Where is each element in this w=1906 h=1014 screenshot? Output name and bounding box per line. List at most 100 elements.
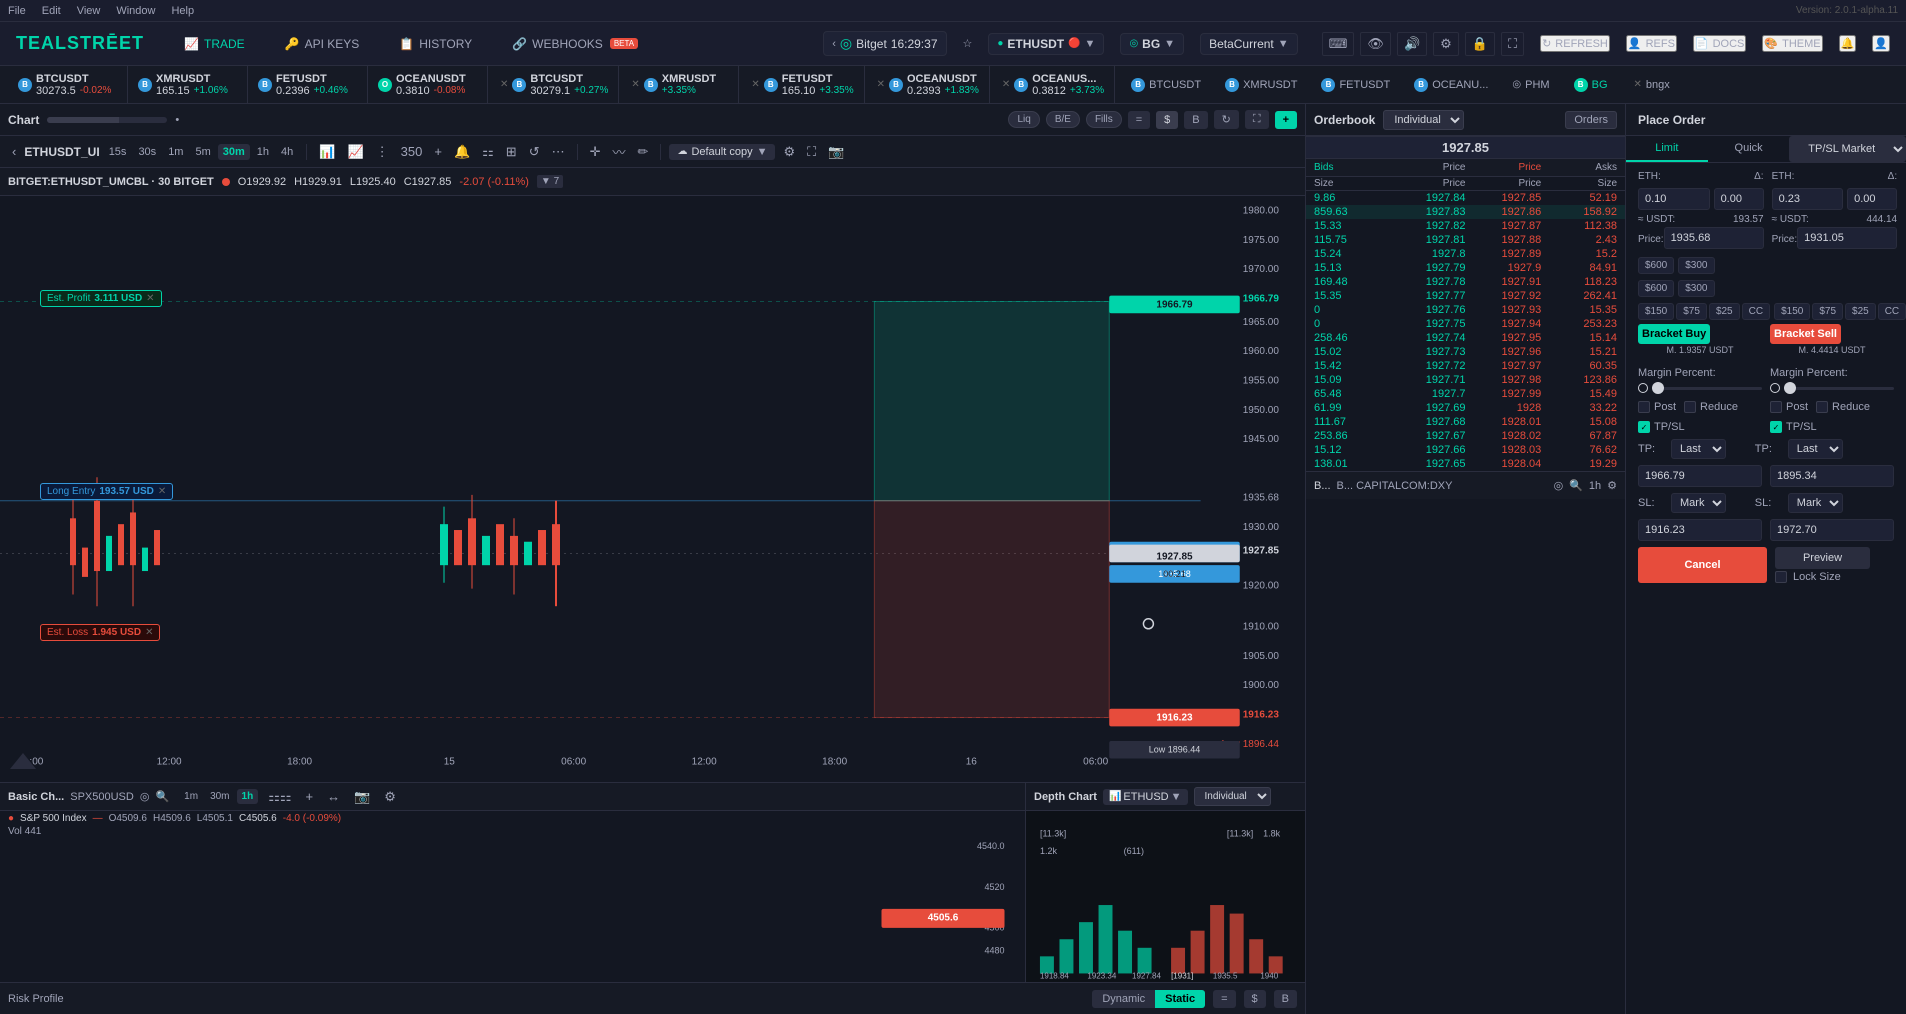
fills-btn[interactable]: Fills: [1086, 111, 1122, 128]
menu-view[interactable]: View: [77, 5, 101, 17]
ob-row-5[interactable]: 15.13 1927.79 1927.9 84.91: [1306, 261, 1625, 275]
profile-btn[interactable]: 👤: [1872, 35, 1890, 52]
ob-row-3[interactable]: 115.75 1927.81 1927.88 2.43: [1306, 233, 1625, 247]
spx-refresh-btn[interactable]: ◎: [140, 790, 150, 803]
ticker-fetusdt-1[interactable]: B FETUSDT 0.2396 +0.46%: [248, 66, 368, 104]
copy-dropdown[interactable]: ☁ Default copy ▼: [669, 144, 775, 160]
reduce-checkbox-sell[interactable]: [1816, 401, 1828, 413]
tpsl-opt-sell[interactable]: ✓ TP/SL: [1770, 421, 1817, 433]
ob-row-9[interactable]: 0 1927.75 1927.94 253.23: [1306, 317, 1625, 331]
market-dropdown-icon[interactable]: ▼: [1085, 38, 1096, 50]
template-btn[interactable]: ⚏: [478, 142, 498, 162]
ticker-close-3[interactable]: ✕: [751, 79, 759, 90]
chart-camera-btn[interactable]: 📷: [824, 142, 848, 162]
rex-xmrusdt[interactable]: B XMRUSDT: [1217, 76, 1305, 94]
indicator-btn[interactable]: 350: [397, 142, 427, 161]
chart-expand-btn[interactable]: ⛶: [803, 142, 820, 162]
alert-btn[interactable]: 🔔: [450, 142, 474, 162]
bg-selector[interactable]: ◎ BG ▼: [1120, 33, 1184, 55]
ob-row-8[interactable]: 0 1927.76 1927.93 15.35: [1306, 303, 1625, 317]
ticker-btcusdt-1[interactable]: B BTCUSDT 30273.5 -0.02%: [8, 66, 128, 104]
expand-btn[interactable]: ⛶: [1501, 32, 1524, 56]
rex-phm[interactable]: ◎ PHM: [1504, 77, 1557, 93]
qty-25-buy[interactable]: $25: [1709, 303, 1740, 320]
ob-row-12[interactable]: 15.42 1927.72 1927.97 60.35: [1306, 359, 1625, 373]
sl-value-buy[interactable]: [1638, 519, 1762, 541]
tf-1h[interactable]: 1h: [252, 144, 274, 160]
ob-row-0[interactable]: 9.86 1927.84 1927.85 52.19: [1306, 191, 1625, 205]
spx-settings-btn[interactable]: ⚙: [380, 787, 400, 807]
lock-btn[interactable]: 🔒: [1465, 32, 1495, 56]
reduce-opt-buy[interactable]: Reduce: [1684, 401, 1738, 413]
post-checkbox-sell[interactable]: [1770, 401, 1782, 413]
depth-symbol-dropdown[interactable]: ▼: [1171, 791, 1182, 803]
bracket-buy-btn[interactable]: Bracket Buy: [1638, 324, 1710, 344]
refs-btn[interactable]: 👤REFS: [1626, 35, 1677, 52]
depth-chart-area[interactable]: [11.3k] [11.3k] 1.8k 1.2k (611): [1026, 811, 1305, 982]
ticker-close-4[interactable]: ✕: [877, 79, 885, 90]
ob-mode-select[interactable]: Individual: [1383, 110, 1464, 130]
spx-add-btn[interactable]: +: [302, 787, 318, 806]
tp-value-sell[interactable]: [1770, 465, 1894, 487]
qty-cc-sell[interactable]: CC: [1878, 303, 1906, 320]
spx-camera-btn[interactable]: 📷: [350, 787, 374, 807]
buy-price-input[interactable]: [1664, 227, 1764, 249]
spx-tf-1h[interactable]: 1h: [237, 789, 259, 804]
bg-dropdown-icon[interactable]: ▼: [1164, 38, 1175, 50]
settings-btn[interactable]: ⚙: [1433, 32, 1459, 56]
tpsl-opt-buy[interactable]: ✓ TP/SL: [1638, 421, 1685, 433]
keyboard-btn[interactable]: ⌨: [1322, 32, 1355, 56]
plus-tf-btn[interactable]: +: [430, 142, 446, 161]
dxy-settings[interactable]: ⚙: [1607, 479, 1617, 492]
ob-row-4[interactable]: 15.24 1927.8 1927.89 15.2: [1306, 247, 1625, 261]
tab-limit[interactable]: Limit: [1626, 136, 1708, 162]
market-selector[interactable]: ● ETHUSDT 🔴 ▼: [988, 33, 1104, 55]
tp-value-buy[interactable]: [1638, 465, 1762, 487]
sell-delta-input[interactable]: [1847, 188, 1897, 210]
risk-s-btn[interactable]: $: [1244, 990, 1266, 1008]
sl-mode-buy[interactable]: Mark: [1671, 493, 1726, 513]
rex-bg[interactable]: B BG: [1566, 76, 1616, 94]
tf-30m[interactable]: 30m: [218, 144, 250, 160]
trend-btn[interactable]: 〰: [609, 140, 630, 163]
refresh-btn[interactable]: ↻REFRESH: [1540, 35, 1610, 52]
sell-qty-input[interactable]: [1772, 188, 1844, 210]
qty-75-sell[interactable]: $75: [1812, 303, 1843, 320]
qty-75-buy[interactable]: $75: [1676, 303, 1707, 320]
risk-equals-btn[interactable]: =: [1213, 990, 1235, 1008]
ob-row-10[interactable]: 258.46 1927.74 1927.95 15.14: [1306, 331, 1625, 345]
redo-btn[interactable]: ⋯: [548, 142, 569, 162]
refresh-chart-btn[interactable]: ↻: [1214, 110, 1239, 129]
rex-oceanusdt[interactable]: B OCEANU...: [1406, 76, 1496, 94]
sell-price-input[interactable]: [1797, 227, 1897, 249]
menu-file[interactable]: File: [8, 5, 26, 17]
nav-history[interactable]: 📋 HISTORY: [391, 33, 480, 55]
qty-150-sell[interactable]: $150: [1774, 303, 1810, 320]
ob-row-13[interactable]: 15.09 1927.71 1927.98 123.86: [1306, 373, 1625, 387]
exchange-selector[interactable]: ‹ ◎ Bitget 16:29:37: [823, 31, 946, 56]
ob-row-16[interactable]: 111.67 1927.68 1928.01 15.08: [1306, 415, 1625, 429]
qty-600-sell[interactable]: $600: [1638, 280, 1674, 297]
prev-chart-btn[interactable]: ‹: [8, 142, 20, 161]
chart-settings-btn[interactable]: ⚙: [779, 142, 799, 162]
candle-settings-btn[interactable]: ⋮: [372, 142, 393, 162]
ticker-oceanusdt-2[interactable]: ✕ B OCEANUSDT 0.2393 +1.83%: [865, 66, 990, 104]
nav-api-keys[interactable]: 🔑 API KEYS: [277, 33, 368, 55]
ticker-oceanusdt-3[interactable]: ✕ B OCEANUS... 0.3812 +3.73%: [990, 66, 1115, 104]
ticker-fetusdt-2[interactable]: ✕ B FETUSDT 165.10 +3.35%: [739, 66, 864, 104]
b-btn[interactable]: B: [1184, 111, 1207, 129]
bar-type-btn[interactable]: 📊: [315, 142, 339, 162]
ob-row-11[interactable]: 15.02 1927.73 1927.96 15.21: [1306, 345, 1625, 359]
bracket-sell-btn[interactable]: Bracket Sell: [1770, 324, 1841, 344]
replay-btn[interactable]: ⊞: [502, 142, 521, 162]
add-chart-btn[interactable]: +: [1275, 111, 1297, 129]
margin-slider-sell[interactable]: [1784, 387, 1894, 390]
risk-b-btn[interactable]: B: [1274, 990, 1297, 1008]
version-selector[interactable]: BetaCurrent ▼: [1200, 33, 1298, 55]
dxy-search[interactable]: 🔍: [1569, 479, 1583, 492]
tp-mode-sell[interactable]: Last: [1788, 439, 1843, 459]
fullscreen-btn[interactable]: ⛶: [1245, 110, 1269, 129]
liq-btn[interactable]: Liq: [1008, 111, 1039, 128]
qty-300-buy[interactable]: $300: [1678, 257, 1714, 274]
ob-row-19[interactable]: 138.01 1927.65 1928.04 19.29: [1306, 457, 1625, 471]
